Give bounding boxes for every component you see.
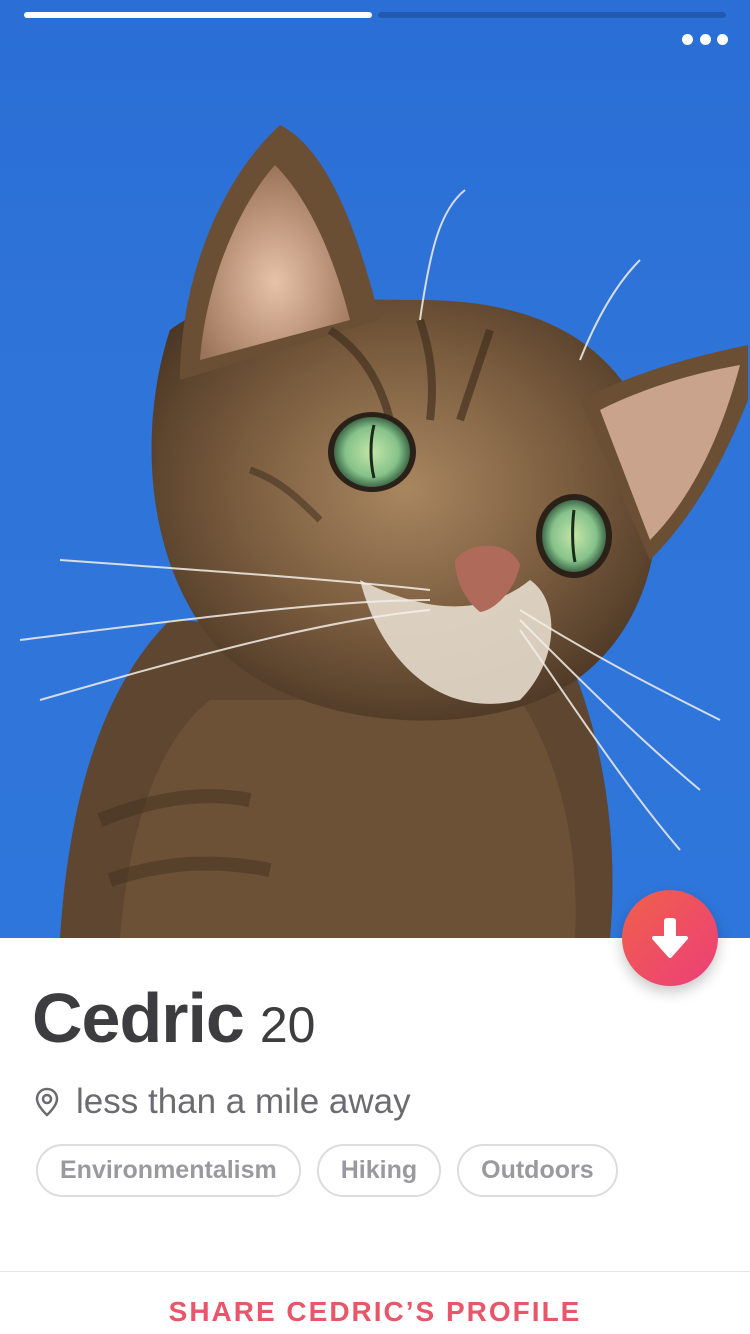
share-profile-button[interactable]: SHARE CEDRIC’S PROFILE (0, 1296, 750, 1328)
divider (0, 1271, 750, 1272)
collapse-info-button[interactable] (622, 890, 718, 986)
interest-tag: Hiking (316, 1144, 442, 1197)
tabby-cat-photo (19, 125, 748, 938)
profile-name: Cedric (32, 979, 245, 1057)
name-age-row: Cedric 20 (32, 978, 316, 1058)
arrow-down-icon (652, 918, 688, 958)
interest-tags: Environmentalism Hiking Outdoors (36, 1144, 618, 1197)
progress-segment (378, 12, 726, 18)
more-dots-icon[interactable] (682, 30, 728, 48)
profile-info-card: Cedric 20 less than a mile away Environm… (0, 938, 750, 1334)
dot (699, 33, 711, 45)
profile-photo[interactable] (0, 0, 750, 938)
distance-text: less than a mile away (76, 1082, 411, 1121)
profile-age: 20 (259, 997, 316, 1053)
photo-progress-bar (24, 12, 726, 18)
progress-segment-active (24, 12, 372, 18)
interest-tag: Environmentalism (36, 1144, 301, 1197)
interest-tag: Outdoors (457, 1144, 618, 1197)
location-pin-icon (35, 1087, 59, 1117)
dot (682, 33, 693, 45)
distance-row: less than a mile away (34, 1082, 411, 1122)
dot (717, 33, 728, 45)
